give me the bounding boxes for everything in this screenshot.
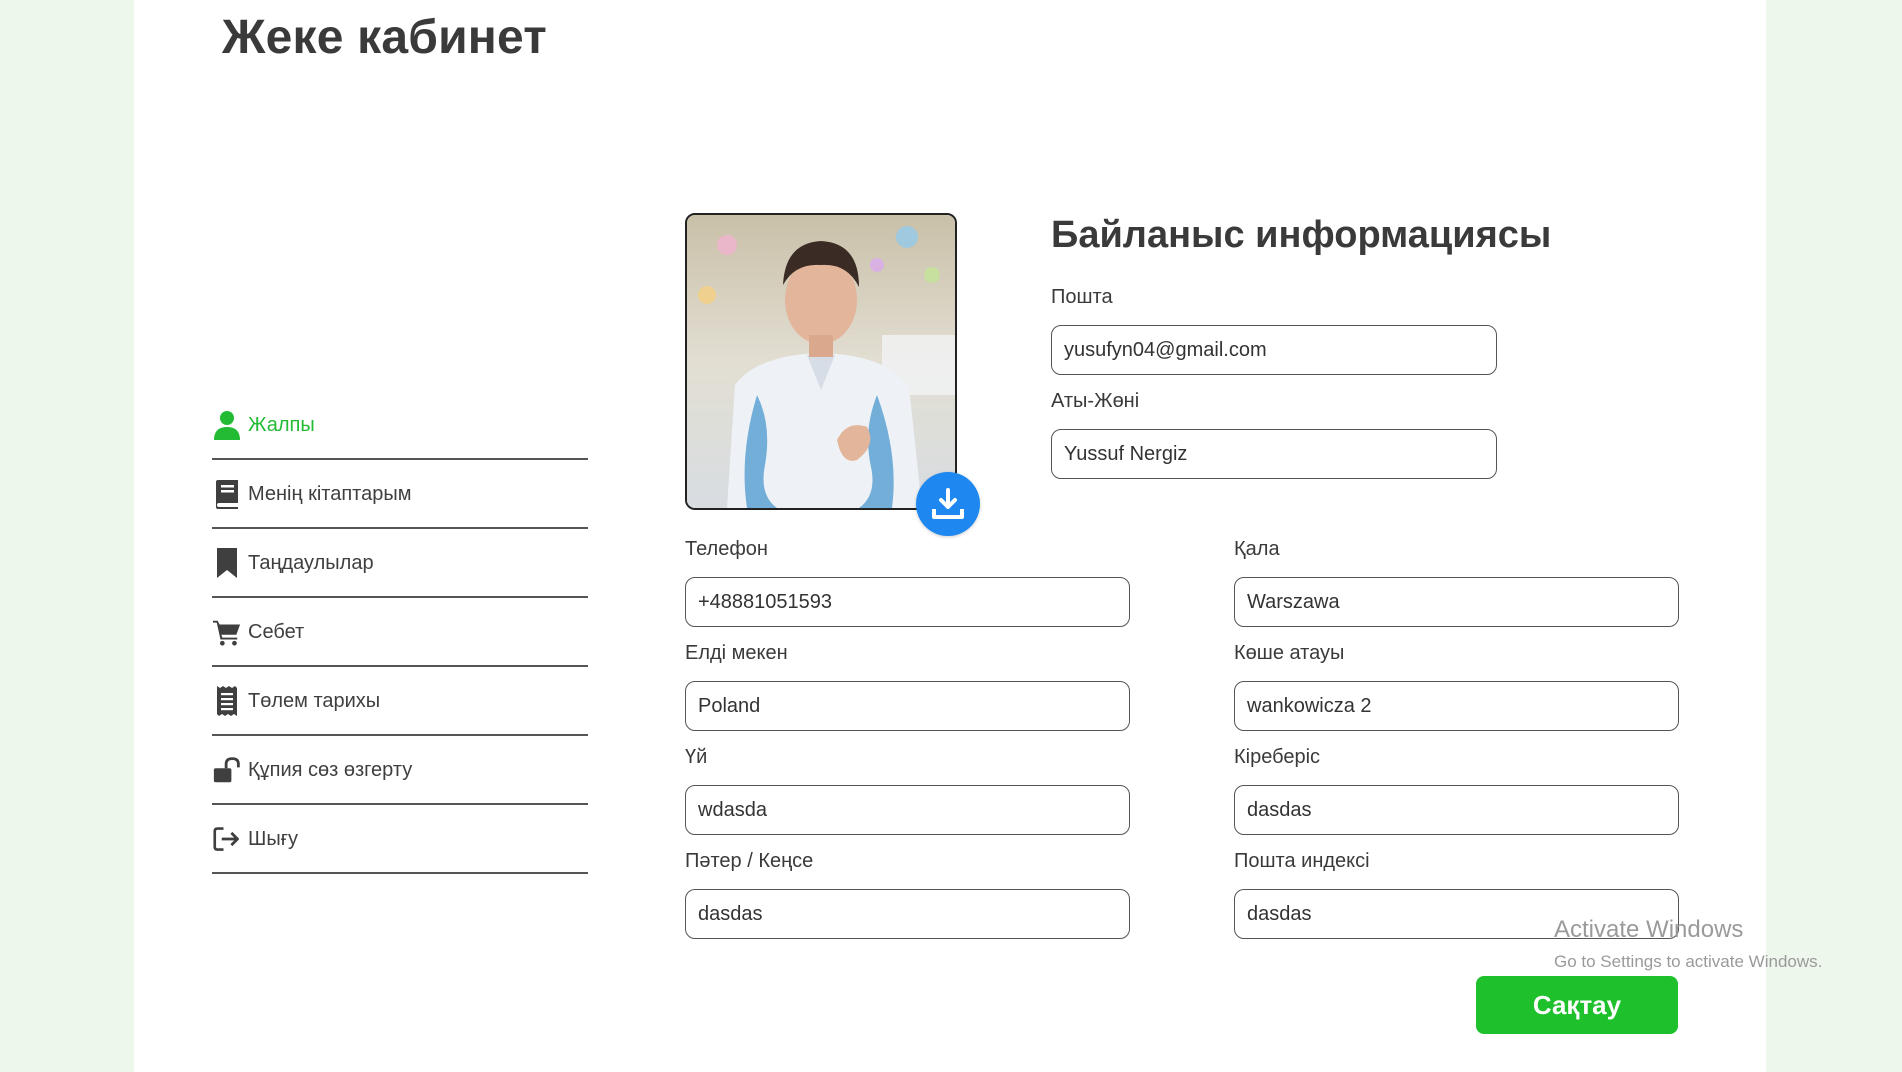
email-label: Пошта [1051,286,1113,308]
street-label: Көше атауы [1234,642,1345,664]
apartment-field[interactable] [685,889,1130,939]
upload-icon [932,488,964,519]
city-field[interactable] [1234,577,1679,627]
sidebar-item-label: Құпия сөз өзгерту [248,758,413,781]
city-label: Қала [1234,538,1280,560]
sidebar-item-label: Жалпы [248,413,315,436]
phone-label: Телефон [685,538,768,560]
name-label: Аты-Жөні [1051,390,1140,412]
sidebar-item-my-books[interactable]: Менің кітаптарым [212,461,588,529]
postal-code-label: Пошта индексі [1234,850,1370,872]
entrance-label: Кіреберіс [1234,746,1321,768]
full-name-field[interactable] [1051,429,1497,479]
avatar-upload-button[interactable] [916,472,980,536]
phone-field[interactable] [685,577,1130,627]
sidebar-item-general[interactable]: Жалпы [212,392,588,460]
profile-avatar [685,213,957,510]
contact-section-title: Байланыс информациясы [1051,214,1552,256]
page-container: Жеке кабинет Жалпы Менің кітаптарым Таңд… [134,0,1766,1072]
avatar-photo [687,215,955,508]
sidebar-item-logout[interactable]: Шығу [212,806,588,874]
house-label: Үй [685,746,708,768]
street-field[interactable] [1234,681,1679,731]
house-field[interactable] [685,785,1130,835]
save-button[interactable]: Сақтау [1476,976,1678,1034]
sidebar-item-cart[interactable]: Себет [212,599,588,667]
sidebar-item-label: Төлем тарихы [248,689,381,712]
country-label: Елді мекен [685,642,788,664]
apartment-label: Пәтер / Кеңсе [685,850,814,872]
receipt-icon [212,685,242,717]
unlock-icon [212,754,242,786]
cart-icon [212,616,242,648]
user-icon [212,409,242,441]
sidebar-item-payment-history[interactable]: Төлем тарихы [212,668,588,736]
book-icon [212,478,242,510]
sidebar-item-label: Таңдаулылар [248,551,374,574]
sidebar-item-label: Себет [248,620,305,643]
sidebar-item-favorites[interactable]: Таңдаулылар [212,530,588,598]
logout-icon [212,823,242,855]
entrance-field[interactable] [1234,785,1679,835]
page-title: Жеке кабинет [222,11,547,64]
email-field[interactable] [1051,325,1497,375]
bookmark-icon [212,547,242,579]
country-field[interactable] [685,681,1130,731]
postal-code-field[interactable] [1234,889,1679,939]
sidebar-item-label: Менің кітаптарым [248,482,412,505]
sidebar: Жалпы Менің кітаптарым Таңдаулылар Себет… [212,392,588,875]
sidebar-item-label: Шығу [248,827,298,850]
sidebar-item-change-password[interactable]: Құпия сөз өзгерту [212,737,588,805]
